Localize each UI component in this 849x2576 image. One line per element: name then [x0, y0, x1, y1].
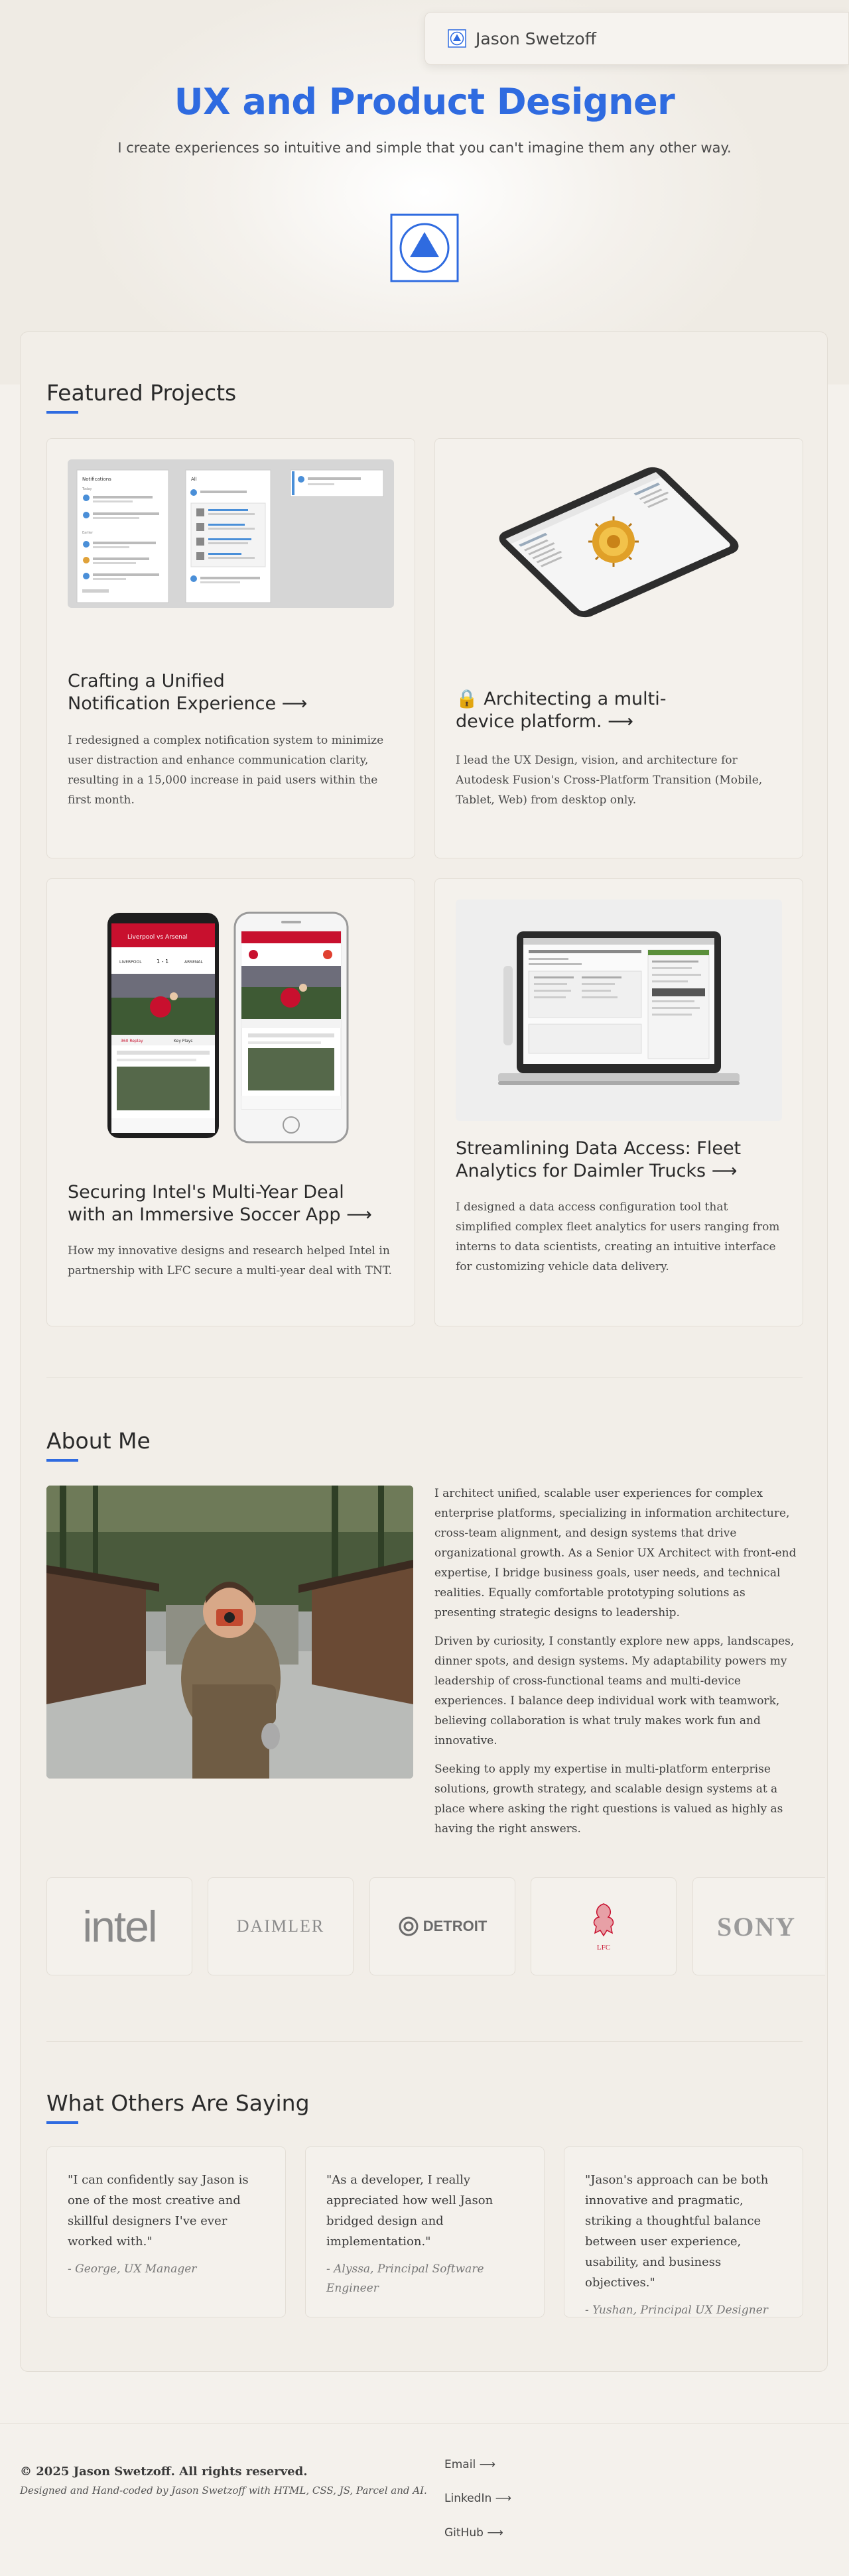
client-logo-daimler: DAIMLER	[208, 1877, 354, 1975]
profile-photo	[46, 1486, 413, 1779]
arrow-right-icon: ⟶	[346, 1204, 372, 1225]
project-description: How my innovative designs and research h…	[68, 1244, 392, 1277]
testimonial-author: - Yushan, Principal UX Designer	[585, 2304, 768, 2317]
project-title[interactable]: Streamlining Data Access: Fleet Analytic…	[456, 1138, 741, 1183]
header-name-pill[interactable]: Jason Swetzoff	[424, 12, 849, 65]
daimler-logo: DAIMLER	[236, 1916, 325, 1936]
about-heading: About Me	[46, 1428, 151, 1462]
liverbird-icon	[593, 1903, 614, 1937]
triangle-circle-logo-icon	[448, 29, 466, 48]
page-title: UX and Product Designer	[174, 81, 675, 123]
footer-copyright: © 2025 Jason Swetzoff. All rights reserv…	[20, 2465, 308, 2479]
arrow-right-icon: ⟶	[281, 693, 308, 714]
client-logo-intel: intel	[46, 1877, 192, 1975]
featured-projects-title: Featured Projects	[46, 380, 237, 406]
client-logo-sony: SONY	[692, 1877, 825, 1975]
mock-team1: LIVERPOOL	[119, 960, 142, 965]
testimonial-card: "I can confidently say Jason is one of t…	[46, 2146, 286, 2317]
testimonial-card: "Jason's approach can be both innovative…	[564, 2146, 803, 2317]
project-description: I lead the UX Design, vision, and archit…	[456, 754, 763, 807]
project-card-notifications[interactable]: Notifications Today Earlier All Crafting…	[46, 438, 415, 858]
sony-logo: SONY	[717, 1911, 797, 1942]
featured-projects-heading: Featured Projects	[46, 380, 237, 414]
section-divider	[46, 1377, 803, 1378]
hero-subtitle: I create experiences so intuitive and si…	[117, 140, 732, 156]
testimonial-author: - Alyssa, Principal Software Engineer	[326, 2262, 484, 2295]
mock-nav1: 360 Replay	[121, 1039, 143, 1043]
testimonials-heading: What Others Are Saying	[46, 2090, 310, 2124]
heading-underline	[46, 1459, 78, 1462]
project-title[interactable]: Securing Intel's Multi-Year Deal with an…	[68, 1181, 372, 1226]
lfc-logo-text: LFC	[596, 1944, 611, 1952]
client-logo-lfc: LFC	[531, 1877, 677, 1975]
project-description: I redesigned a complex notification syst…	[68, 734, 384, 807]
footer-link-linkedin[interactable]: LinkedIn ⟶	[444, 2492, 511, 2505]
arrow-right-icon: ⟶	[711, 1161, 738, 1181]
footer-link-email[interactable]: Email ⟶	[444, 2458, 495, 2471]
about-paragraph: Seeking to apply my expertise in multi-p…	[434, 1763, 783, 1836]
mock-score: 1 - 1	[157, 959, 168, 965]
notification-mockup-image: Notifications Today Earlier All	[68, 459, 394, 608]
mock-team2: ARSENAL	[184, 960, 203, 965]
mock-all-label: All	[191, 477, 197, 482]
arrow-right-icon: ⟶	[608, 711, 633, 732]
testimonial-quote: "I can confidently say Jason is one of t…	[68, 2173, 249, 2249]
testimonial-quote: "Jason's approach can be both innovative…	[585, 2173, 769, 2290]
project-description: I designed a data access configuration t…	[456, 1200, 780, 1273]
project-card-daimler[interactable]: Streamlining Data Access: Fleet Analytic…	[434, 878, 803, 1326]
project-title[interactable]: 🔒 Architecting a multi- device platform.…	[456, 688, 667, 733]
project-card-intel[interactable]: Liverpool vs Arsenal LIVERPOOL 1 - 1 ARS…	[46, 878, 415, 1326]
footer-link-github[interactable]: GitHub ⟶	[444, 2526, 503, 2540]
triangle-circle-logo-icon[interactable]	[390, 213, 459, 282]
mock-notifications-label: Notifications	[82, 477, 111, 482]
testimonial-author: - George, UX Manager	[68, 2262, 197, 2276]
section-divider	[46, 2041, 803, 2042]
about-paragraph: Driven by curiosity, I constantly explor…	[434, 1635, 795, 1747]
mock-match-title: Liverpool vs Arsenal	[127, 934, 188, 941]
testimonials-title: What Others Are Saying	[46, 2090, 310, 2116]
detroit-logo: DETROIT	[423, 1918, 488, 1934]
about-text: I architect unified, scalable user exper…	[434, 1484, 803, 1847]
testimonial-card: "As a developer, I really appreciated ho…	[305, 2146, 545, 2317]
tablet-mockup-image	[499, 467, 739, 618]
about-title: About Me	[46, 1428, 151, 1454]
detroit-mark-icon	[399, 1916, 419, 1936]
client-logo-detroit: DETROIT	[369, 1877, 515, 1975]
intel-logo: intel	[82, 1902, 157, 1951]
about-paragraph: I architect unified, scalable user exper…	[434, 1487, 797, 1619]
soccer-app-mockup-image: Liverpool vs Arsenal LIVERPOOL 1 - 1 ARS…	[107, 911, 349, 1143]
mock-nav2: Key Plays	[174, 1039, 192, 1043]
footer-credit: Designed and Hand-coded by Jason Swetzof…	[20, 2485, 427, 2496]
mock-earlier-label: Earlier	[82, 531, 94, 535]
mock-today-label: Today	[82, 487, 92, 491]
footer-divider	[0, 2423, 849, 2424]
site-name: Jason Swetzoff	[476, 29, 596, 48]
laptop-mockup-image	[456, 900, 782, 1121]
testimonial-quote: "As a developer, I really appreciated ho…	[326, 2173, 493, 2249]
project-title[interactable]: Crafting a Unified Notification Experien…	[68, 670, 307, 715]
lock-icon: 🔒	[456, 689, 478, 709]
heading-underline	[46, 2121, 78, 2124]
project-card-platform[interactable]: 🔒 Architecting a multi- device platform.…	[434, 438, 803, 858]
heading-underline	[46, 411, 78, 414]
